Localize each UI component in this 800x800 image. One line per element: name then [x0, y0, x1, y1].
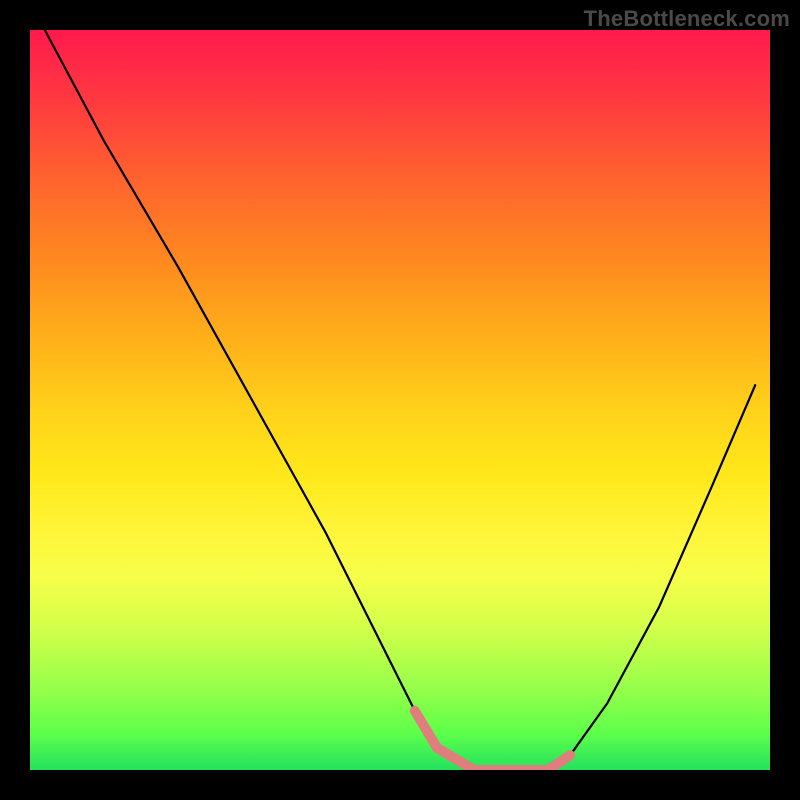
- watermark-text: TheBottleneck.com: [584, 6, 790, 32]
- chart-stage: TheBottleneck.com: [0, 0, 800, 800]
- bottleneck-curve-path: [45, 30, 755, 770]
- curve-svg: [30, 30, 770, 770]
- plot-area: [30, 30, 770, 770]
- floor-band-path: [415, 711, 570, 770]
